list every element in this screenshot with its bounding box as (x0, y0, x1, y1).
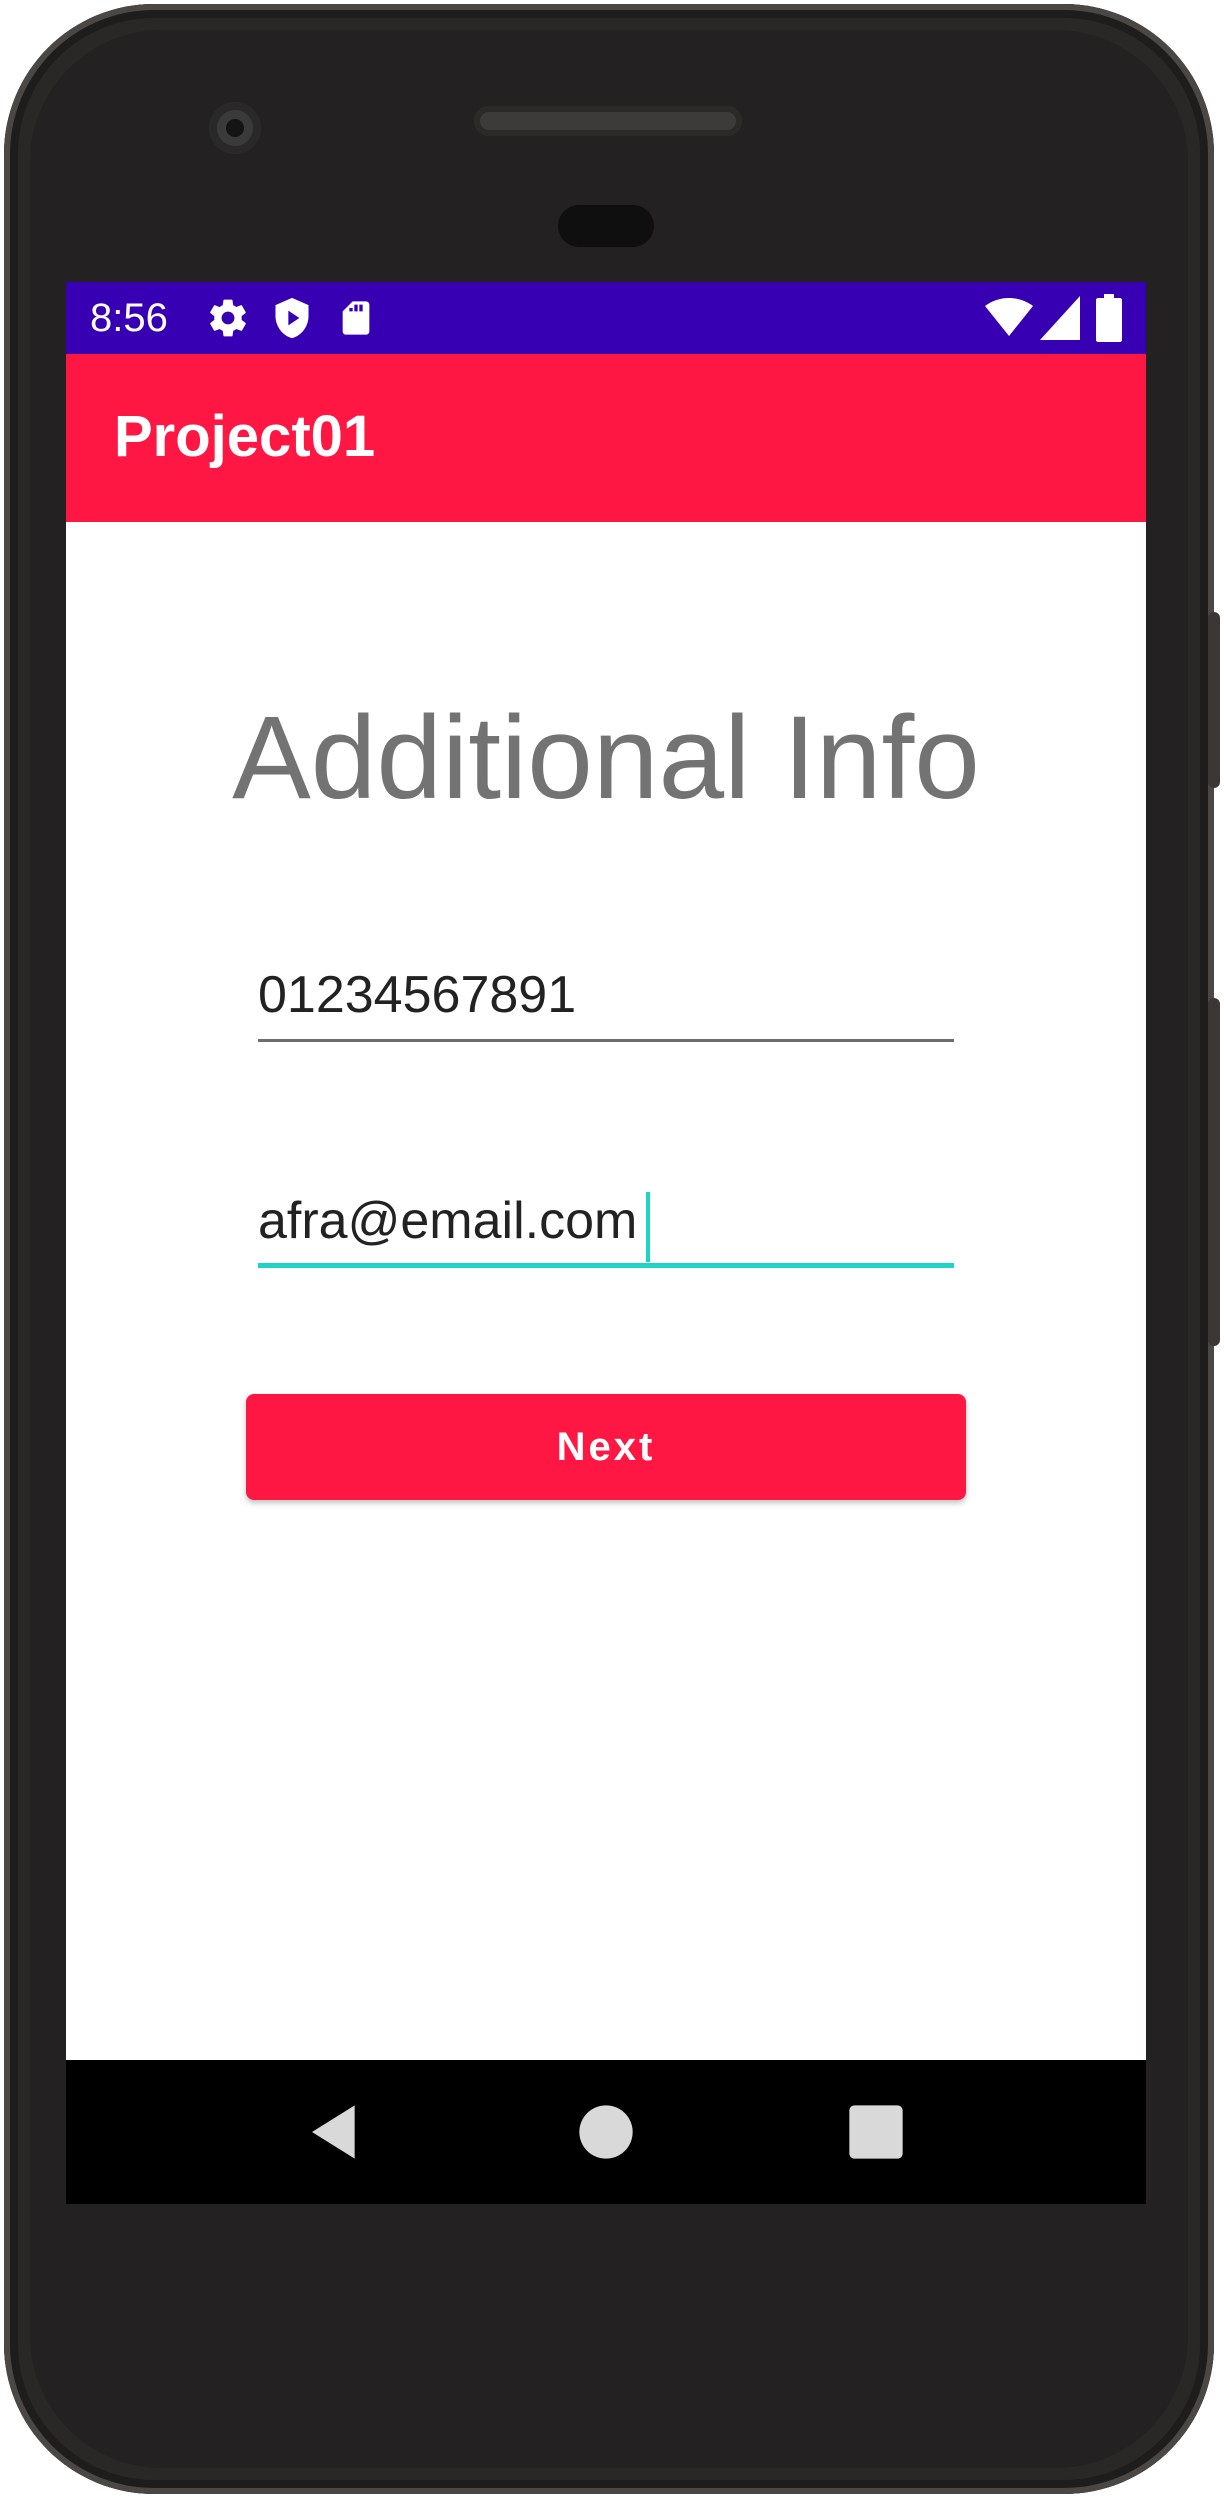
signal-icon (1040, 296, 1080, 340)
shield-play-icon (275, 297, 309, 339)
front-camera (209, 102, 261, 154)
earpiece-speaker (474, 106, 742, 136)
status-time: 8:56 (90, 296, 168, 340)
status-bar: 8:56 (66, 282, 1146, 354)
gear-icon (210, 299, 246, 337)
email-field[interactable] (258, 1188, 954, 1268)
app-bar: Project01 (66, 354, 1146, 522)
navigation-bar (66, 2060, 1146, 2204)
email-input[interactable] (258, 1188, 954, 1254)
email-field-underline (258, 1263, 954, 1268)
page-heading: Additional Info (232, 692, 980, 824)
volume-rocker (1208, 998, 1220, 1346)
home-icon[interactable] (574, 2100, 638, 2164)
proximity-sensor (558, 205, 654, 247)
next-button[interactable]: Next (246, 1394, 966, 1500)
phone-input[interactable] (258, 962, 954, 1028)
app-title: Project01 (114, 404, 376, 469)
wifi-icon (985, 298, 1033, 336)
phone-field-underline (258, 1039, 954, 1042)
phone-field[interactable] (258, 962, 954, 1042)
sd-card-icon (342, 301, 370, 335)
app-screen: 8:56 Project01 Additional Info 012345678… (66, 282, 1146, 2204)
battery-icon (1096, 294, 1122, 342)
power-button (1208, 612, 1220, 788)
text-caret (646, 1192, 650, 1262)
back-icon[interactable] (304, 2100, 368, 2164)
recents-icon[interactable] (844, 2100, 908, 2164)
